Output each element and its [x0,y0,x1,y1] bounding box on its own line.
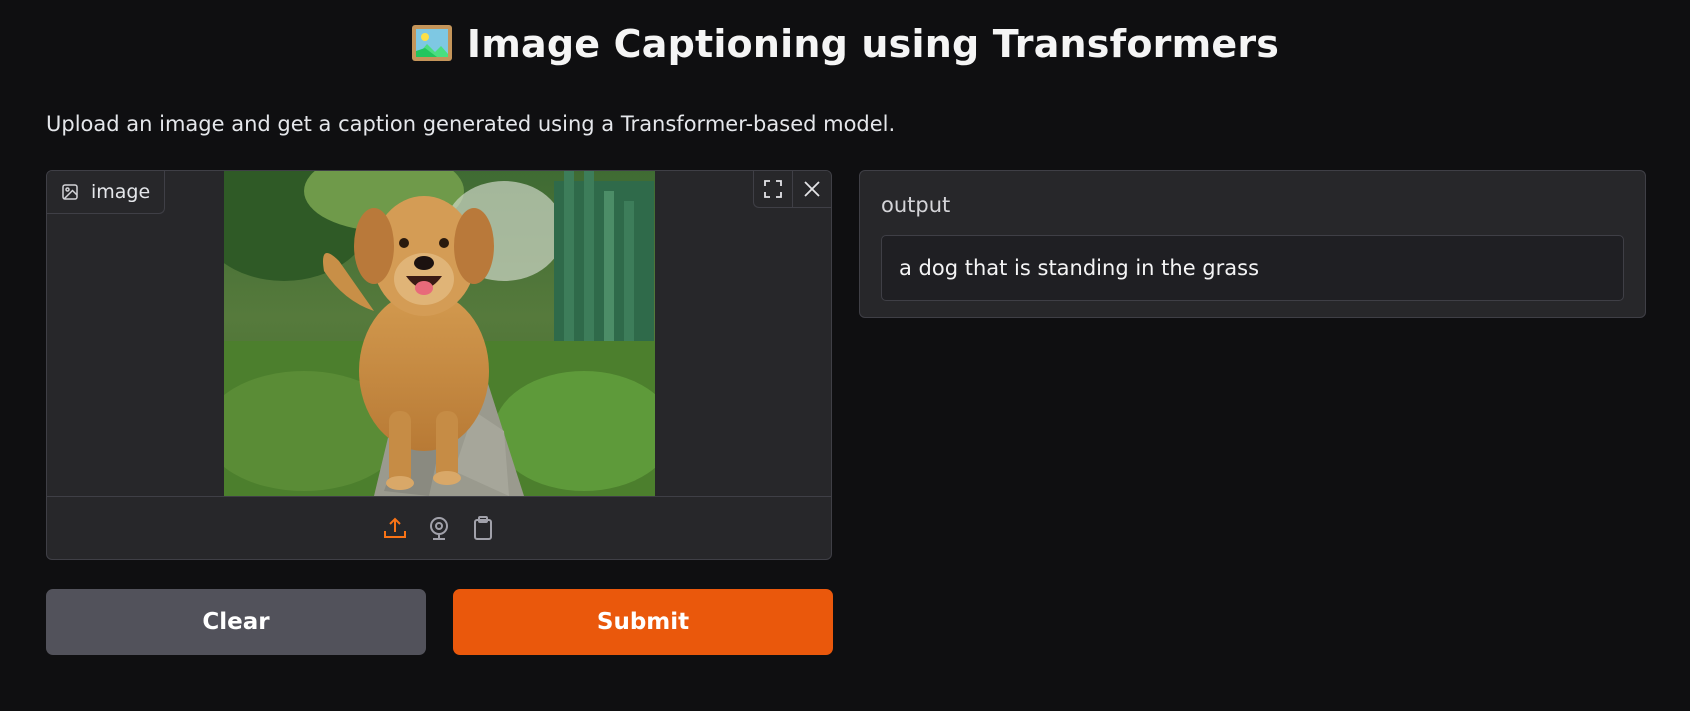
page-description: Upload an image and get a caption genera… [46,112,896,136]
output-label: output [881,193,951,217]
clipboard-source-button[interactable] [469,514,497,542]
submit-button[interactable]: Submit [453,589,833,655]
clipboard-icon [474,516,492,540]
fullscreen-icon [764,180,782,198]
output-textbox[interactable]: a dog that is standing in the grass [881,235,1624,301]
framed-picture-icon [411,25,452,61]
output-panel: output a dog that is standing in the gra… [859,170,1646,318]
upload-icon [384,517,406,538]
image-icon [62,184,78,200]
close-icon [804,181,820,197]
image-input-label-text: image [91,181,151,203]
image-actions-toolbar [753,171,831,208]
uploaded-image-preview [224,171,655,496]
fullscreen-button[interactable] [754,171,792,207]
clear-image-button[interactable] [792,171,831,207]
image-input-panel[interactable]: image [46,170,832,560]
image-source-bar [47,496,831,559]
image-input-label: image [47,171,166,214]
app-root: Image Captioning using Transformers Uplo… [0,0,1690,711]
page-title-text: Image Captioning using Transformers [466,22,1280,66]
webcam-icon [430,517,448,540]
webcam-source-button[interactable] [425,514,453,542]
upload-source-button[interactable] [381,514,409,542]
page-title: Image Captioning using Transformers [0,22,1690,66]
clear-button[interactable]: Clear [46,589,426,655]
